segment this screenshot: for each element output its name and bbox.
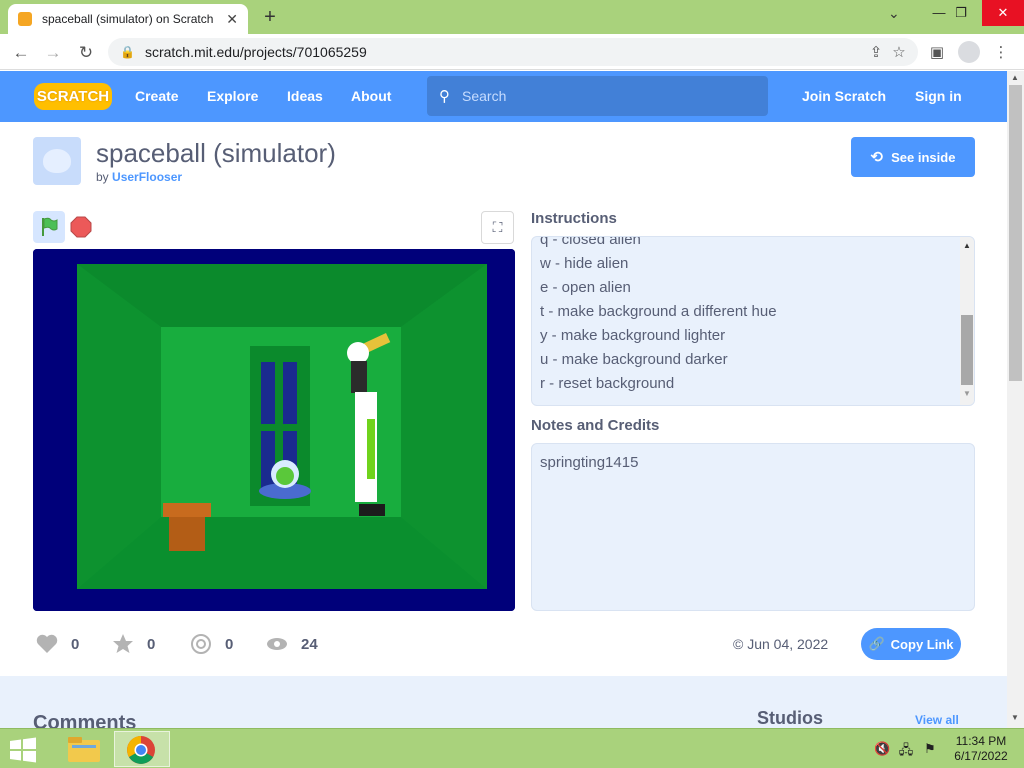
loves-stat[interactable]: 0	[35, 632, 79, 656]
remixes-stat: 0	[189, 632, 233, 656]
volume-muted-icon[interactable]: 🔇	[874, 741, 890, 757]
search-icon: ⚲	[439, 88, 450, 105]
studios-heading: Studios	[757, 708, 823, 728]
scratch-navbar: SCRATCH Create Explore Ideas About ⚲ Sea…	[0, 71, 1007, 122]
restore-icon[interactable]: ❐	[940, 0, 982, 26]
instruction-line: r - reset background	[540, 375, 675, 392]
network-icon[interactable]: 🖧	[898, 741, 914, 757]
by-prefix: by	[96, 170, 109, 184]
windows-taskbar: 🔇 🖧 ⚑ 11:34 PM 6/17/2022	[0, 728, 1024, 768]
page-scrollbar[interactable]: ▲ ▼	[1007, 71, 1024, 728]
side-panel-icon[interactable]: ▣	[926, 42, 948, 64]
instruction-line: u - make background darker	[540, 351, 728, 368]
chrome-app[interactable]	[114, 731, 170, 767]
close-tab-icon[interactable]: ✕	[226, 11, 238, 28]
nav-about[interactable]: About	[351, 88, 391, 104]
view-all-link[interactable]: View all	[915, 713, 959, 727]
url-text: scratch.mit.edu/projects/701065259	[144, 44, 367, 60]
scratch-favicon-icon	[18, 12, 32, 26]
fullscreen-button[interactable]: ⛶	[481, 211, 514, 244]
browser-tab[interactable]: spaceball (simulator) on Scratch ✕	[8, 4, 248, 34]
nav-explore[interactable]: Explore	[207, 88, 258, 104]
see-inside-button[interactable]: ⟲ See inside	[851, 137, 975, 177]
browser-toolbar: ← → ↻ 🔒 scratch.mit.edu/projects/7010652…	[0, 34, 1024, 70]
heart-icon	[36, 634, 58, 653]
stop-octagon-icon	[70, 216, 92, 238]
folder-icon	[68, 737, 100, 762]
clock-date: 6/17/2022	[954, 749, 1008, 763]
menu-kebab-icon[interactable]: ⋮	[990, 42, 1012, 64]
instructions-label: Instructions	[531, 210, 617, 227]
windows-start-icon[interactable]	[8, 737, 38, 763]
tab-title: spaceball (simulator) on Scratch	[42, 12, 214, 26]
taskbar-clock[interactable]: 11:34 PM 6/17/2022	[950, 734, 1012, 764]
share-date: © Jun 04, 2022	[733, 636, 829, 652]
back-arrow-icon[interactable]: ←	[10, 42, 32, 64]
scroll-up-icon[interactable]: ▲	[963, 241, 971, 250]
instruction-line: w - hide alien	[540, 255, 629, 272]
lock-icon: 🔒	[120, 45, 135, 59]
author-link[interactable]: UserFlooser	[112, 170, 182, 184]
stage-canvas	[33, 249, 515, 611]
bookmark-star-icon[interactable]: ☆	[888, 42, 910, 64]
forward-arrow-icon[interactable]: →	[42, 42, 64, 64]
lower-section	[0, 676, 1007, 736]
star-icon	[113, 634, 133, 653]
action-center-icon[interactable]: ⚑	[922, 741, 938, 757]
views-stat: 24	[265, 632, 318, 656]
scroll-down-icon[interactable]: ▼	[963, 389, 971, 398]
instruction-line: e - open alien	[540, 279, 631, 296]
eye-icon	[267, 638, 287, 650]
instruction-line: y - make background lighter	[540, 327, 726, 344]
sign-in-link[interactable]: Sign in	[915, 88, 962, 104]
file-explorer-app[interactable]	[56, 731, 112, 767]
instructions-box[interactable]: q - closed alien w - hide alien e - open…	[531, 236, 975, 406]
reload-icon[interactable]: ↻	[75, 42, 97, 64]
favorites-count: 0	[147, 635, 156, 653]
page-scroll-thumb[interactable]	[1009, 85, 1022, 381]
search-input[interactable]: ⚲ Search	[427, 76, 768, 116]
close-window-icon[interactable]: ✕	[982, 0, 1024, 26]
link-icon: 🔗	[868, 636, 885, 651]
see-inside-label: See inside	[891, 149, 956, 165]
loves-count: 0	[71, 635, 80, 653]
scroll-thumb[interactable]	[961, 315, 973, 385]
clock-time: 11:34 PM	[955, 734, 1007, 748]
views-count: 24	[301, 635, 318, 653]
scroll-down-icon[interactable]: ▼	[1011, 713, 1019, 722]
profile-avatar-icon[interactable]	[958, 41, 980, 63]
byline: by UserFlooser	[96, 170, 182, 184]
share-icon[interactable]: ⇪	[865, 42, 887, 64]
copy-link-button[interactable]: 🔗 Copy Link	[861, 628, 961, 660]
browser-tab-bar: spaceball (simulator) on Scratch ✕ + ⌄ —…	[0, 0, 1024, 34]
remix-spiral-icon	[191, 634, 211, 654]
green-flag-icon	[42, 217, 58, 236]
remixes-count: 0	[225, 635, 234, 653]
notes-box[interactable]: springting1415	[531, 443, 975, 611]
copy-link-label: Copy Link	[890, 636, 954, 652]
search-placeholder: Search	[462, 88, 507, 104]
nav-ideas[interactable]: Ideas	[287, 88, 323, 104]
nav-create[interactable]: Create	[135, 88, 179, 104]
favorites-stat[interactable]: 0	[111, 632, 155, 656]
instruction-line: q - closed alien	[540, 236, 641, 248]
author-avatar[interactable]	[33, 137, 81, 185]
remix-arrows-icon: ⟲	[870, 149, 884, 166]
instruction-line: t - make background a different hue	[540, 303, 777, 320]
chevron-down-icon[interactable]: ⌄	[888, 5, 900, 22]
project-stage[interactable]	[33, 249, 515, 611]
green-flag-button[interactable]	[33, 211, 65, 243]
address-bar[interactable]: 🔒 scratch.mit.edu/projects/701065259	[108, 38, 918, 66]
project-title: spaceball (simulator)	[96, 138, 336, 168]
instructions-scrollbar[interactable]: ▲ ▼	[960, 237, 974, 405]
scroll-up-icon[interactable]: ▲	[1011, 73, 1019, 82]
chrome-icon	[127, 736, 155, 764]
join-scratch-link[interactable]: Join Scratch	[802, 88, 886, 104]
screen: spaceball (simulator) on Scratch ✕ + ⌄ —…	[0, 0, 1024, 768]
new-tab-icon[interactable]: +	[258, 6, 282, 28]
project-page: spaceball (simulator) by UserFlooser ⟲ S…	[0, 122, 1007, 736]
stop-button[interactable]	[70, 216, 92, 238]
scratch-logo[interactable]: SCRATCH	[34, 83, 112, 110]
notes-label: Notes and Credits	[531, 417, 660, 434]
